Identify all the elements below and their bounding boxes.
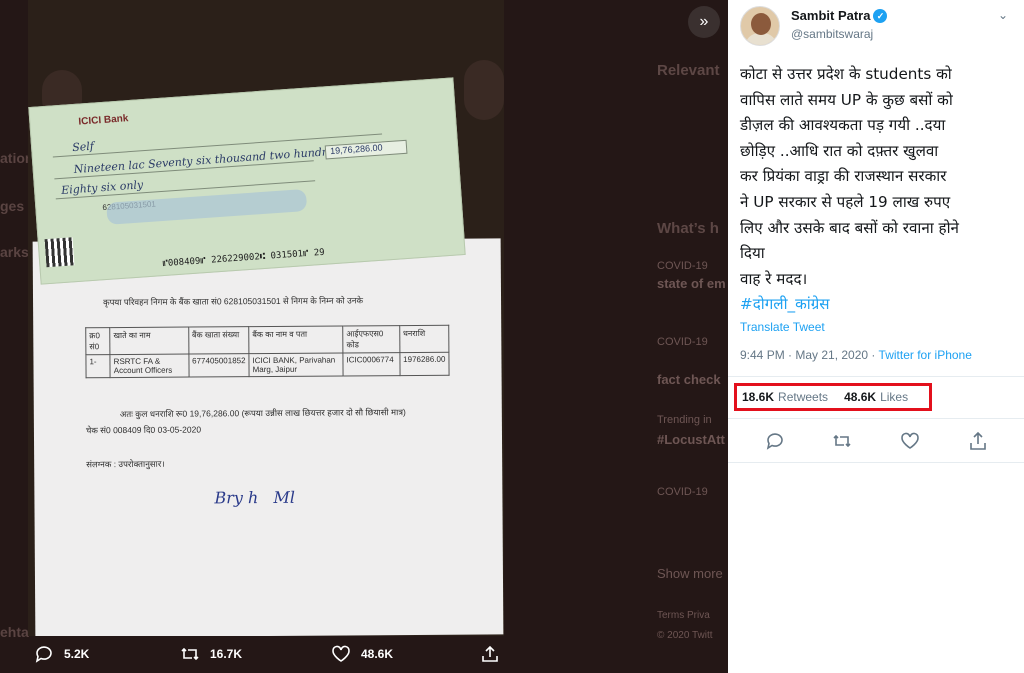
heart-icon[interactable] [900,431,920,451]
letter-paragraph: कृपया परिवहन निगम के बैंक खाता सं0 62810… [103,295,364,308]
divider [728,376,1024,377]
table-cell: बैंक खाता संख्या [188,326,249,355]
author-handle[interactable]: @sambitswaraj [791,27,873,41]
show-more-link: Show more [657,566,723,581]
trend-title: #LocustAtt [657,432,725,447]
table-cell: धनराशि [399,325,449,353]
reply-icon [35,646,52,663]
relevant-heading: Relevant [657,62,720,79]
whats-happening-heading: What’s h [657,220,719,237]
footer-links: Terms Priva [657,610,710,621]
nav-text: arks [0,244,29,260]
share-icon[interactable] [968,431,988,451]
chevron-down-icon[interactable]: ⌄ [998,8,1008,22]
avatar[interactable] [740,6,780,46]
likes-count[interactable]: 48.6K [844,390,876,404]
table-cell: 1976286.00 [399,352,450,376]
trend-title: state of em [657,276,726,291]
tweet-photo: कृपया परिवहन निगम के बैंक खाता सं0 62810… [28,0,504,636]
table-cell: RSRTC FA & Account Officers [110,354,189,378]
tweet-line: लिए और उसके बाद बसों को रवाना होने [740,218,959,237]
likes-label[interactable]: Likes [880,390,908,404]
right-sidebar-dimmed: Relevant What’s h COVID-19 state of em C… [645,0,728,673]
reply-button[interactable]: 5.2K [34,645,89,663]
retweet-icon [181,647,199,661]
cheque-stripe [106,188,308,225]
divider [728,462,1024,463]
reply-count: 5.2K [64,647,90,661]
divider [728,418,1024,419]
double-chevron-right-icon[interactable]: » [688,6,720,38]
nav-text: ges [0,198,25,214]
tweet-line: छोड़िए ..आधि रात को दफ़्तर खुलवा [740,141,939,160]
trend-title: fact check [657,372,721,387]
like-button[interactable]: 48.6K [331,645,393,663]
table-row: 1- RSRTC FA & Account Officers 677405001… [85,352,450,378]
table-cell: 677405001852 [188,353,250,378]
tweet-line: वापिस लाते समय UP के कुछ बसों को [740,90,953,109]
tweet-line: दिया [740,244,765,263]
heart-icon [332,645,350,662]
tweet-detail-panel: Sambit Patra ✓ @sambitswaraj ⌄ कोटा से उ… [728,0,1024,673]
trend-label: Trending in [657,414,712,426]
letter-paper: कृपया परिवहन निगम के बैंक खाता सं0 62810… [32,238,504,636]
tweet-line: डीज़ल की आवश्यकता पड़ गयी ..दया [740,116,946,135]
cheque-payee: Self [71,139,95,155]
cheque-micr: ⑈008409⑈ 226229002⑆ 031501⑈ 29 [162,247,326,270]
engagement-stats-highlight: 18.6K Retweets 48.6K Likes [734,383,932,411]
letter-table: क्र0 सं0 खाते का नाम बैंक खाता संख्या बै… [85,325,450,379]
trend-label: COVID-19 [657,260,708,272]
retweet-count: 16.7K [210,647,243,661]
tweet-line: कर प्रियंका वाड्रा की राजस्थान सरकार [740,167,947,186]
share-button[interactable] [480,645,510,663]
table-header-row: क्र0 सं0 खाते का नाम बैंक खाता संख्या बै… [85,325,449,355]
tweet-text: कोटा से उत्तर प्रदेश के students को वापि… [740,62,1018,318]
author-name-text: Sambit Patra [791,8,871,23]
table-cell: ICICI BANK, Parivahan Marg, Jaipur [248,352,344,377]
cheque-amount: 19,76,286.00 [324,139,408,160]
tweet-timestamp[interactable]: 9:44 PM · May 21, 2020 · [740,348,875,362]
hand-right [464,60,504,120]
trend-label: COVID-19 [657,336,708,348]
qr-code [44,237,75,268]
left-nav-dimmed: ation ges arks ehta [0,0,33,673]
share-icon [482,645,498,662]
verified-badge-icon: ✓ [873,8,888,23]
table-cell: क्र0 सं0 [85,327,111,355]
table-cell: आईएफएस0 कोड [342,325,400,353]
tweet-line: वाह रे मदद। [740,269,808,288]
photo-action-bar: 5.2K 16.7K 48.6K [0,636,728,673]
bank-logo: ICICI Bank [78,113,129,128]
table-cell: 1- [85,354,111,378]
author-name[interactable]: Sambit Patra ✓ [791,8,888,23]
tweet-line: कोटा से उत्तर प्रदेश के students को [740,65,952,83]
letter-enclosure: संलग्नक : उपरोक्तानुसार। [86,458,165,470]
cheque: ICICI Bank Self Nineteen lac Seventy six… [28,77,466,285]
table-cell: खाते का नाम [109,327,189,355]
retweet-button[interactable]: 16.7K [180,645,242,663]
translate-tweet-link[interactable]: Translate Tweet [740,320,825,334]
tweet-meta: 9:44 PM · May 21, 2020 · Twitter for iPh… [740,348,972,362]
trend-label: COVID-19 [657,486,708,498]
tweet-line: ने UP सरकार से पहले 19 लाख रुपए [740,192,951,211]
table-cell: ICIC0006774 [342,352,400,376]
hashtag-link[interactable]: #दोगली_कांग्रेस [740,292,1018,318]
retweets-count[interactable]: 18.6K [742,390,774,404]
letter-total-line: अतः कुल धनराशि रू0 19,76,286.00 (रूपया उ… [119,407,406,420]
table-cell: बैंक का नाम व पता [248,325,343,354]
reply-icon[interactable] [765,431,785,451]
retweet-icon[interactable] [832,431,852,451]
signature-image: Bry h Ml [214,487,296,508]
retweets-label[interactable]: Retweets [778,390,828,404]
tweet-source[interactable]: Twitter for iPhone [879,348,972,362]
letter-cheque-line: चेक सं0 008409 दि0 03-05-2020 [85,424,202,436]
tweet-actions [728,428,1024,454]
like-count: 48.6K [361,647,394,661]
